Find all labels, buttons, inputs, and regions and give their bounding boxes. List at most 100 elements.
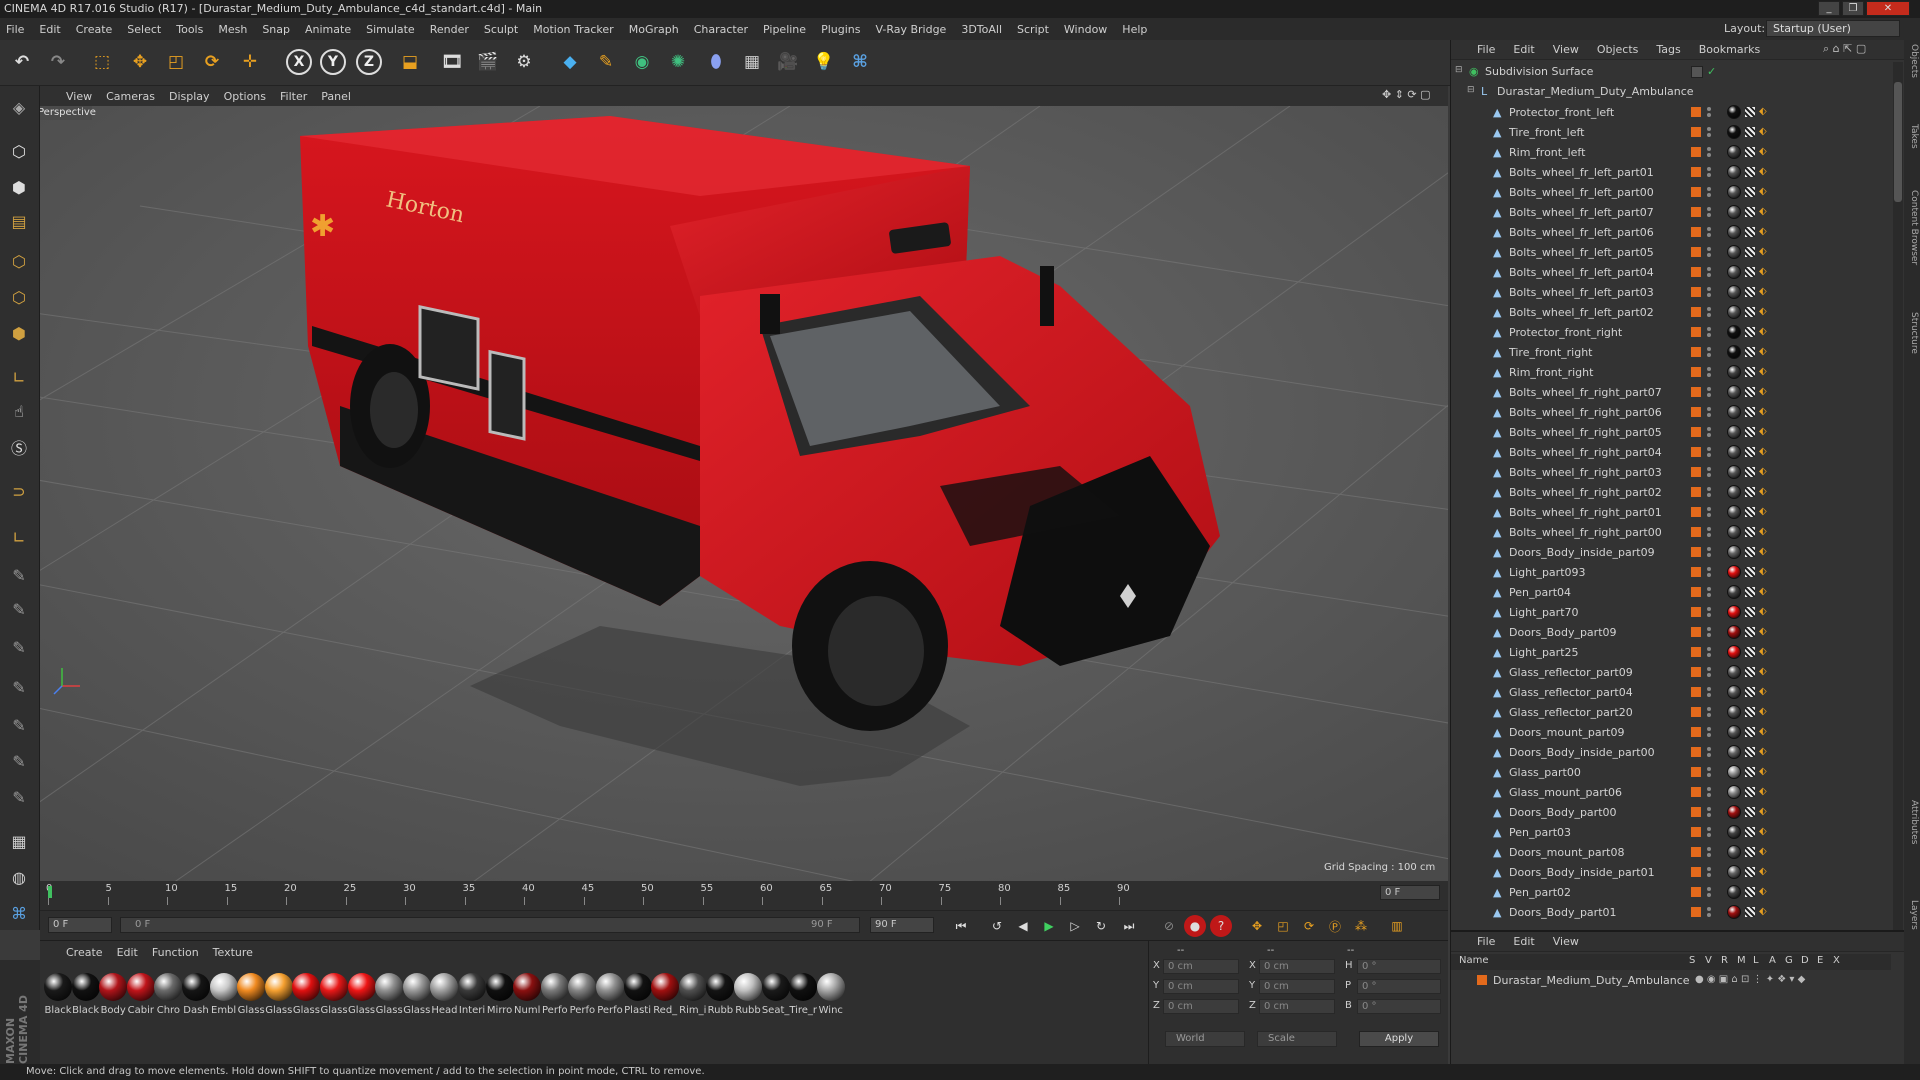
move-icon[interactable]: ✥ bbox=[124, 46, 156, 78]
phong-tag-icon[interactable]: ⬖ bbox=[1759, 886, 1767, 897]
material-swatch[interactable] bbox=[347, 973, 376, 1001]
layer-color-icon[interactable] bbox=[1691, 307, 1701, 317]
uvw-tag-icon[interactable] bbox=[1745, 187, 1755, 197]
object-menu-tags[interactable]: Tags bbox=[1656, 43, 1680, 56]
render-visibility-dot[interactable] bbox=[1707, 453, 1711, 457]
material-swatch[interactable] bbox=[264, 973, 293, 1001]
tree-row[interactable]: ▲ Light_part25 ⬖ bbox=[1451, 642, 1891, 662]
material-tag-icon[interactable] bbox=[1727, 505, 1741, 519]
render-visibility-dot[interactable] bbox=[1707, 513, 1711, 517]
layer-color-icon[interactable] bbox=[1691, 747, 1701, 757]
phong-tag-icon[interactable]: ⬖ bbox=[1759, 646, 1767, 657]
material-swatch[interactable] bbox=[485, 973, 514, 1001]
editor-visibility-dot[interactable] bbox=[1707, 287, 1711, 291]
menu-edit[interactable]: Edit bbox=[39, 23, 60, 36]
workplane-icon[interactable]: ▤ bbox=[4, 206, 34, 236]
object-menu-bookmarks[interactable]: Bookmarks bbox=[1699, 43, 1760, 56]
material-tag-icon[interactable] bbox=[1727, 605, 1741, 619]
phong-tag-icon[interactable]: ⬖ bbox=[1759, 426, 1767, 437]
layer-color-icon[interactable] bbox=[1691, 427, 1701, 437]
render-visibility-dot[interactable] bbox=[1707, 653, 1711, 657]
layer-menu-file[interactable]: File bbox=[1477, 935, 1495, 948]
editor-visibility-dot[interactable] bbox=[1707, 587, 1711, 591]
editor-visibility-dot[interactable] bbox=[1707, 247, 1711, 251]
tree-row[interactable]: ▲ Doors_Body_part09 ⬖ bbox=[1451, 622, 1891, 642]
editor-visibility-dot[interactable] bbox=[1707, 407, 1711, 411]
side-tab-structure[interactable]: Structure bbox=[1905, 312, 1919, 354]
render-visibility-dot[interactable] bbox=[1707, 693, 1711, 697]
render-visibility-dot[interactable] bbox=[1707, 133, 1711, 137]
viewport-menu-panel[interactable]: Panel bbox=[321, 90, 351, 103]
apply-button[interactable]: Apply bbox=[1359, 1031, 1439, 1047]
material-swatch[interactable] bbox=[458, 973, 486, 1001]
editor-visibility-dot[interactable] bbox=[1707, 667, 1711, 671]
render-visibility-dot[interactable] bbox=[1707, 833, 1711, 837]
tree-row[interactable]: ▲ Bolts_wheel_fr_left_part03 ⬖ bbox=[1451, 282, 1891, 302]
phong-tag-icon[interactable]: ⬖ bbox=[1759, 806, 1767, 817]
editor-visibility-dot[interactable] bbox=[1707, 787, 1711, 791]
layer-color-icon[interactable] bbox=[1691, 827, 1701, 837]
material-tag-icon[interactable] bbox=[1727, 865, 1741, 879]
phong-tag-icon[interactable]: ⬖ bbox=[1759, 306, 1767, 317]
frame-range-slider[interactable]: 0 F 90 F bbox=[120, 917, 860, 933]
go-to-start-icon[interactable]: ⏮ bbox=[950, 915, 972, 937]
tree-row[interactable]: ▲ Bolts_wheel_fr_left_part02 ⬖ bbox=[1451, 302, 1891, 322]
render-visibility-dot[interactable] bbox=[1707, 893, 1711, 897]
phong-tag-icon[interactable]: ⬖ bbox=[1759, 226, 1767, 237]
rotate-icon[interactable]: ⟳ bbox=[196, 46, 228, 78]
layer-color-icon[interactable] bbox=[1691, 327, 1701, 337]
editor-visibility-dot[interactable] bbox=[1707, 487, 1711, 491]
menu-v-ray-bridge[interactable]: V-Ray Bridge bbox=[875, 23, 946, 36]
coord-rot-field[interactable]: 0 ° bbox=[1357, 979, 1441, 994]
key-param-icon[interactable]: Ⓟ bbox=[1324, 915, 1346, 937]
layer-color-icon[interactable] bbox=[1691, 887, 1701, 897]
keyframe-selection-icon[interactable]: ? bbox=[1210, 915, 1232, 937]
render-visibility-dot[interactable] bbox=[1707, 553, 1711, 557]
editor-visibility-dot[interactable] bbox=[1707, 147, 1711, 151]
phong-tag-icon[interactable]: ⬖ bbox=[1759, 666, 1767, 677]
editor-visibility-dot[interactable] bbox=[1707, 627, 1711, 631]
uvw-tag-icon[interactable] bbox=[1745, 367, 1755, 377]
viewport-menu-filter[interactable]: Filter bbox=[280, 90, 307, 103]
coord-pos-field[interactable]: 0 cm bbox=[1163, 959, 1239, 974]
material-swatch[interactable] bbox=[402, 973, 431, 1001]
menu-render[interactable]: Render bbox=[430, 23, 469, 36]
material-tag-icon[interactable] bbox=[1727, 765, 1741, 779]
material-tag-icon[interactable] bbox=[1727, 185, 1741, 199]
material-tag-icon[interactable] bbox=[1727, 465, 1741, 479]
tree-row[interactable]: ▲ Bolts_wheel_fr_right_part00 ⬖ bbox=[1451, 522, 1891, 542]
layer-menu-edit[interactable]: Edit bbox=[1513, 935, 1534, 948]
layer-color-icon[interactable] bbox=[1691, 647, 1701, 657]
redo-icon[interactable]: ↷ bbox=[42, 46, 74, 78]
current-frame-field[interactable]: 0 F bbox=[48, 917, 112, 933]
layer-column-header[interactable]: D bbox=[1801, 955, 1809, 966]
viewport-perspective[interactable]: ✱ Horton Perspective Grid Spacing : 100 … bbox=[40, 106, 1448, 881]
render-visibility-dot[interactable] bbox=[1707, 393, 1711, 397]
tree-row-root[interactable]: ⊟ ◉ Subdivision Surface ✓ bbox=[1451, 62, 1891, 82]
layer-color-icon[interactable] bbox=[1691, 347, 1701, 357]
inflate-tool-icon[interactable]: ✎ bbox=[4, 710, 34, 740]
material-tag-icon[interactable] bbox=[1727, 725, 1741, 739]
menu-mesh[interactable]: Mesh bbox=[218, 23, 247, 36]
phong-tag-icon[interactable]: ⬖ bbox=[1759, 906, 1767, 917]
tree-row-group[interactable]: ⊟ L Durastar_Medium_Duty_Ambulance bbox=[1451, 82, 1891, 102]
phong-tag-icon[interactable]: ⬖ bbox=[1759, 106, 1767, 117]
material-swatch[interactable] bbox=[789, 973, 818, 1001]
render-visibility-dot[interactable] bbox=[1707, 113, 1711, 117]
material-tag-icon[interactable] bbox=[1727, 205, 1741, 219]
layer-color-icon[interactable] bbox=[1691, 587, 1701, 597]
uvw-tag-icon[interactable] bbox=[1745, 287, 1755, 297]
texture-mode-icon[interactable]: ⬢ bbox=[4, 172, 34, 202]
python-script-icon[interactable]: ⌘ bbox=[4, 898, 34, 928]
editor-visibility-dot[interactable] bbox=[1707, 267, 1711, 271]
layer-column-header[interactable]: L bbox=[1753, 955, 1759, 966]
layer-color-icon[interactable] bbox=[1691, 167, 1701, 177]
layer-column-header[interactable]: X bbox=[1833, 955, 1840, 966]
phong-tag-icon[interactable]: ⬖ bbox=[1759, 506, 1767, 517]
material-tag-icon[interactable] bbox=[1727, 145, 1741, 159]
object-menu-edit[interactable]: Edit bbox=[1513, 43, 1534, 56]
phong-tag-icon[interactable]: ⬖ bbox=[1759, 726, 1767, 737]
phong-tag-icon[interactable]: ⬖ bbox=[1759, 246, 1767, 257]
frame-end-field[interactable]: 0 F bbox=[1380, 885, 1440, 900]
uvw-tag-icon[interactable] bbox=[1745, 767, 1755, 777]
